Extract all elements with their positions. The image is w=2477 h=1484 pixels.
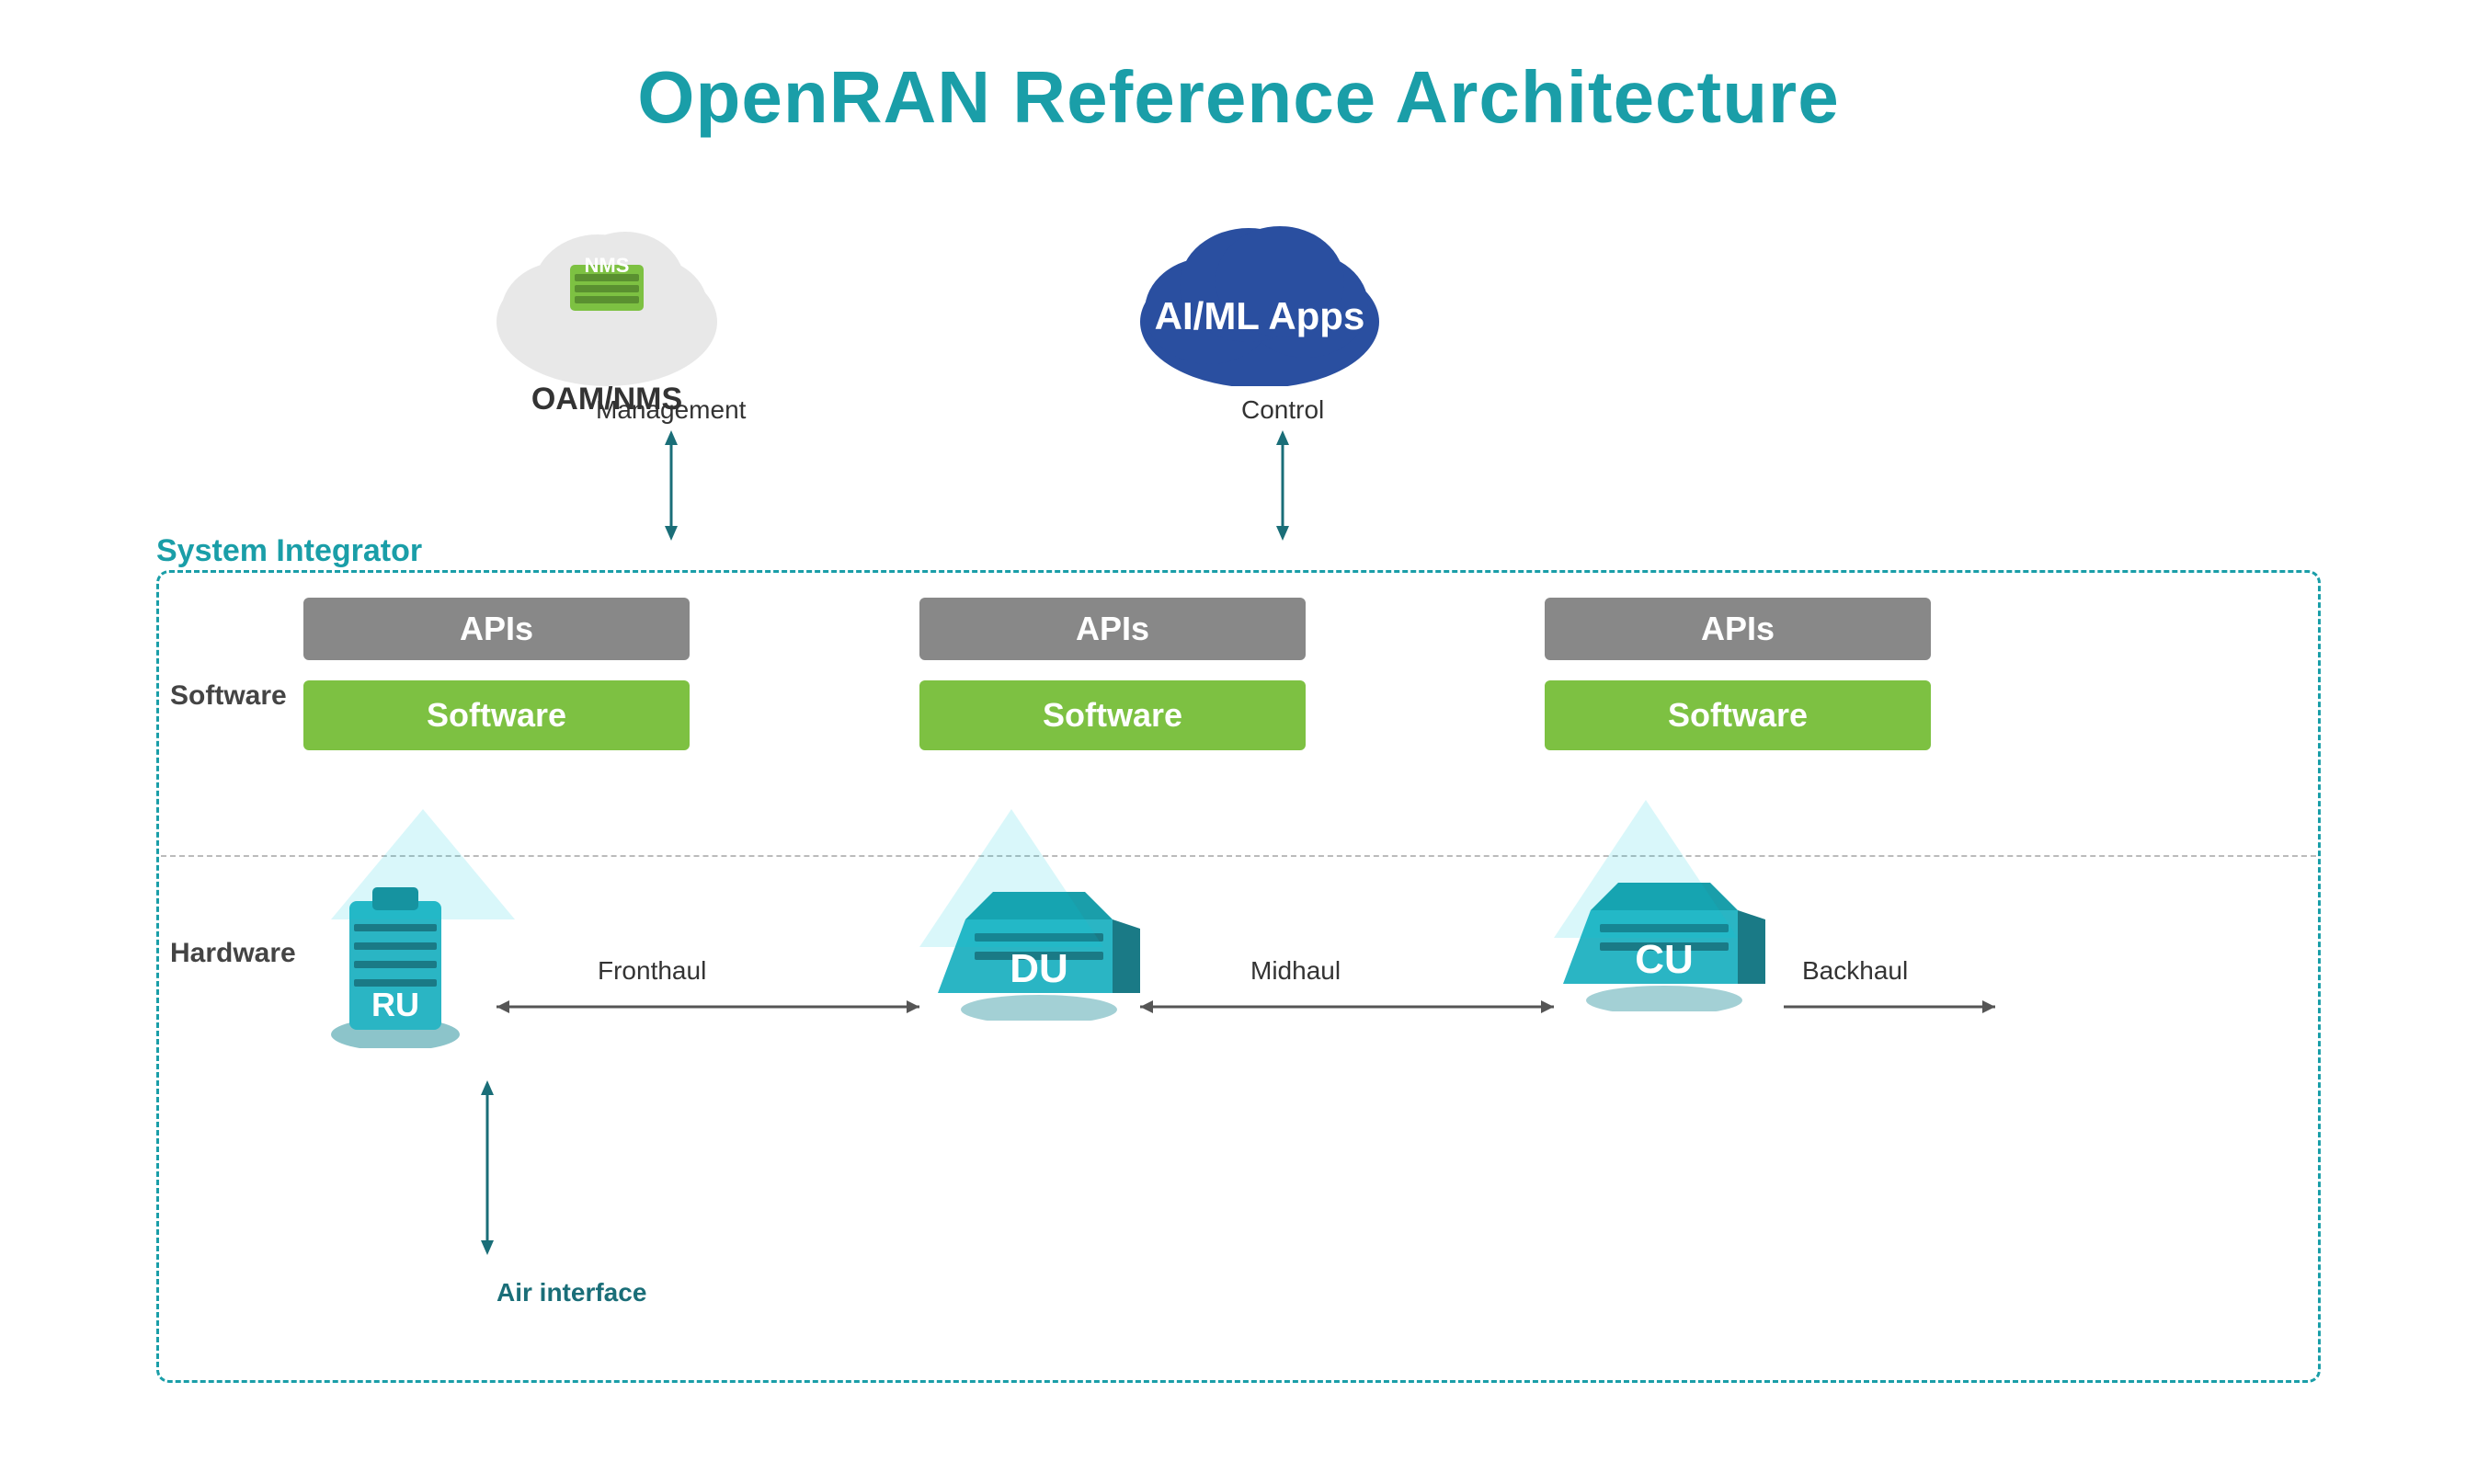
management-arrow-svg xyxy=(657,430,685,541)
du-apis-bar: APIs xyxy=(919,598,1306,660)
fronthaul-arrow xyxy=(487,988,929,1025)
system-integrator-label: System Integrator xyxy=(156,533,422,569)
management-label: Management xyxy=(596,395,746,425)
page-title: OpenRAN Reference Architecture xyxy=(0,0,2477,140)
backhaul-arrow xyxy=(1775,988,2004,1025)
svg-text:AI/ML Apps: AI/ML Apps xyxy=(1155,294,1365,337)
midhaul-arrow xyxy=(1131,988,1563,1025)
aiml-cloud-icon: AI/ML Apps xyxy=(1122,202,1398,386)
ru-device: RU xyxy=(322,864,469,1053)
ru-software-bar: Software xyxy=(303,680,690,750)
svg-text:CU: CU xyxy=(1635,937,1694,982)
cu-light-beam xyxy=(1554,800,1738,938)
page: OpenRAN Reference Architecture NMS OAM/N… xyxy=(0,0,2477,1484)
oam-cloud: NMS OAM/NMS xyxy=(478,202,736,417)
control-arrow: Control xyxy=(1241,395,1324,541)
svg-text:RU: RU xyxy=(371,986,419,1023)
backhaul-label: Backhaul xyxy=(1802,956,1908,986)
air-interface-arrow xyxy=(469,1076,506,1260)
hardware-section-label: Hardware xyxy=(170,938,296,969)
management-arrow: Management xyxy=(596,395,746,541)
oam-cloud-icon: NMS xyxy=(478,202,736,386)
air-interface-label: Air interface xyxy=(497,1278,646,1307)
du-light-beam xyxy=(919,809,1103,947)
svg-text:NMS: NMS xyxy=(585,254,630,277)
control-arrow-svg xyxy=(1269,430,1296,541)
fronthaul-label: Fronthaul xyxy=(598,956,706,986)
du-software-bar: Software xyxy=(919,680,1306,750)
cu-apis-bar: APIs xyxy=(1545,598,1931,660)
svg-text:DU: DU xyxy=(1010,946,1068,991)
ru-apis-bar: APIs xyxy=(303,598,690,660)
cu-device: CU xyxy=(1563,864,1765,1016)
aiml-cloud: AI/ML Apps AI/ML Apps xyxy=(1122,202,1398,417)
du-device: DU xyxy=(938,873,1140,1025)
ru-light-beam xyxy=(331,809,515,919)
cu-software-bar: Software xyxy=(1545,680,1931,750)
control-label: Control xyxy=(1241,395,1324,425)
midhaul-label: Midhaul xyxy=(1250,956,1341,986)
software-section-label: Software xyxy=(170,680,287,712)
